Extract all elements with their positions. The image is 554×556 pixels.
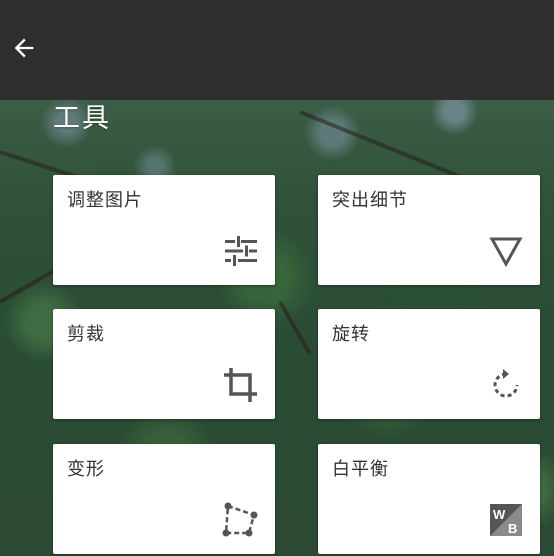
back-button[interactable] xyxy=(4,28,44,68)
tool-label: 变形 xyxy=(67,459,105,480)
arrow-back-icon xyxy=(14,38,34,58)
section-title: 工具 xyxy=(53,103,111,134)
tool-card-white-balance[interactable]: 白平衡 W B xyxy=(318,444,540,554)
tool-label: 突出细节 xyxy=(332,190,408,211)
svg-text:B: B xyxy=(508,521,517,536)
tool-card-adjust[interactable]: 调整图片 xyxy=(53,175,275,285)
perspective-icon xyxy=(221,500,261,540)
tool-label: 白平衡 xyxy=(332,459,389,480)
tool-card-rotate[interactable]: 旋转 xyxy=(318,309,540,419)
rotate-icon xyxy=(486,365,526,405)
crop-icon xyxy=(221,365,261,405)
tool-label: 旋转 xyxy=(332,324,370,345)
tool-card-details[interactable]: 突出细节 xyxy=(318,175,540,285)
tool-card-perspective[interactable]: 变形 xyxy=(53,444,275,554)
white-balance-icon: W B xyxy=(486,500,526,540)
tool-card-crop[interactable]: 剪裁 xyxy=(53,309,275,419)
app-bar xyxy=(0,0,554,100)
tool-label: 调整图片 xyxy=(67,190,143,211)
svg-text:W: W xyxy=(493,507,506,522)
tool-label: 剪裁 xyxy=(67,324,105,345)
tune-sliders-icon xyxy=(221,231,261,271)
triangle-down-icon xyxy=(486,231,526,271)
